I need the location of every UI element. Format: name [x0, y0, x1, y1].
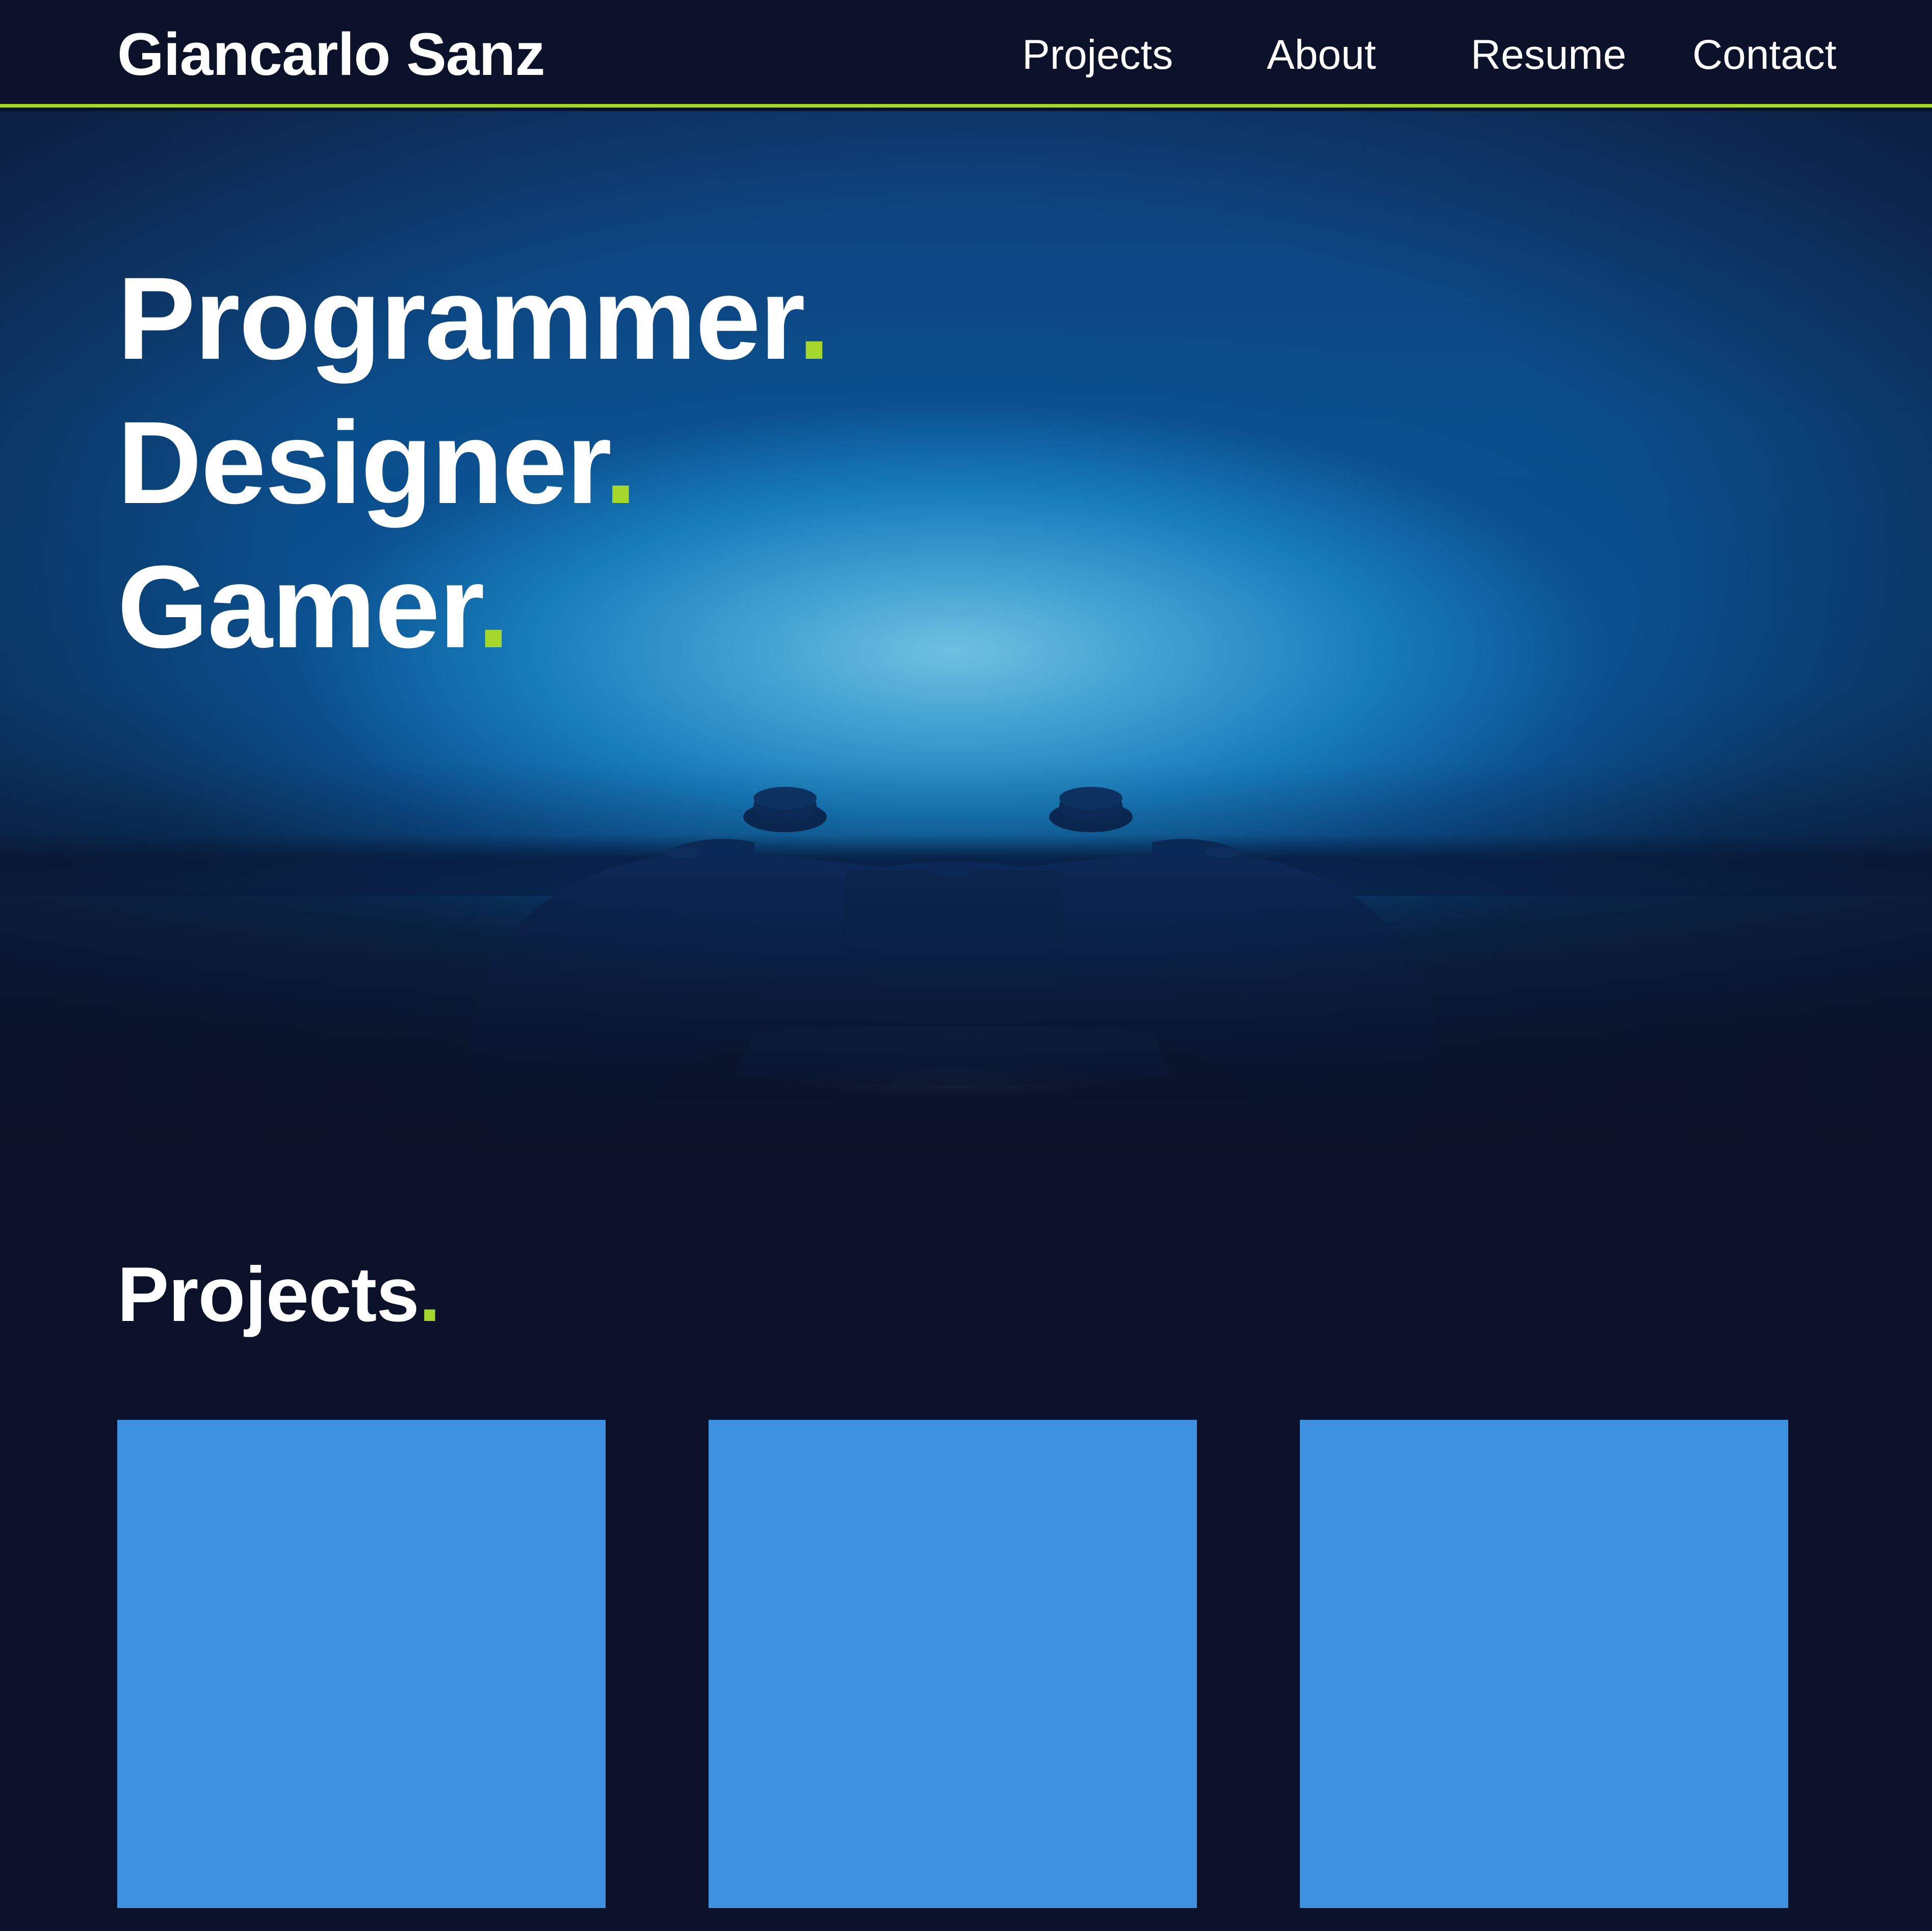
- project-card-3[interactable]: [1300, 1420, 1788, 1908]
- nav-link-about[interactable]: About: [1267, 30, 1376, 81]
- project-card-2[interactable]: [709, 1420, 1197, 1908]
- projects-title-dot: .: [419, 1251, 440, 1338]
- projects-title-text: Projects: [117, 1251, 420, 1338]
- nav-link-contact[interactable]: Contact: [1692, 30, 1837, 81]
- hero-line-dot: .: [798, 253, 830, 384]
- hero-horizon: [0, 835, 1932, 896]
- hero-line-programmer: Programmer.: [117, 246, 830, 390]
- hero-line-dot: .: [477, 541, 510, 672]
- nav-link-projects[interactable]: Projects: [1022, 30, 1173, 81]
- navbar: Giancarlo Sanz Projects About Resume Con…: [0, 0, 1932, 108]
- hero-banner: Programmer. Designer. Gamer.: [0, 111, 1932, 1161]
- project-card-1[interactable]: [117, 1420, 606, 1908]
- game-controller-image: [467, 787, 1440, 1161]
- hero-line-text: Gamer: [117, 541, 478, 672]
- hero-line-text: Designer: [117, 397, 606, 528]
- projects-section-title: Projects.: [117, 1249, 440, 1340]
- hero-line-text: Programmer: [117, 253, 799, 384]
- hero-line-dot: .: [604, 397, 637, 528]
- site-logo[interactable]: Giancarlo Sanz: [117, 21, 545, 88]
- nav-link-resume[interactable]: Resume: [1471, 30, 1626, 81]
- hero-headline: Programmer. Designer. Gamer.: [117, 246, 830, 679]
- hero-line-designer: Designer.: [117, 390, 829, 535]
- hero-line-gamer: Gamer.: [117, 535, 829, 679]
